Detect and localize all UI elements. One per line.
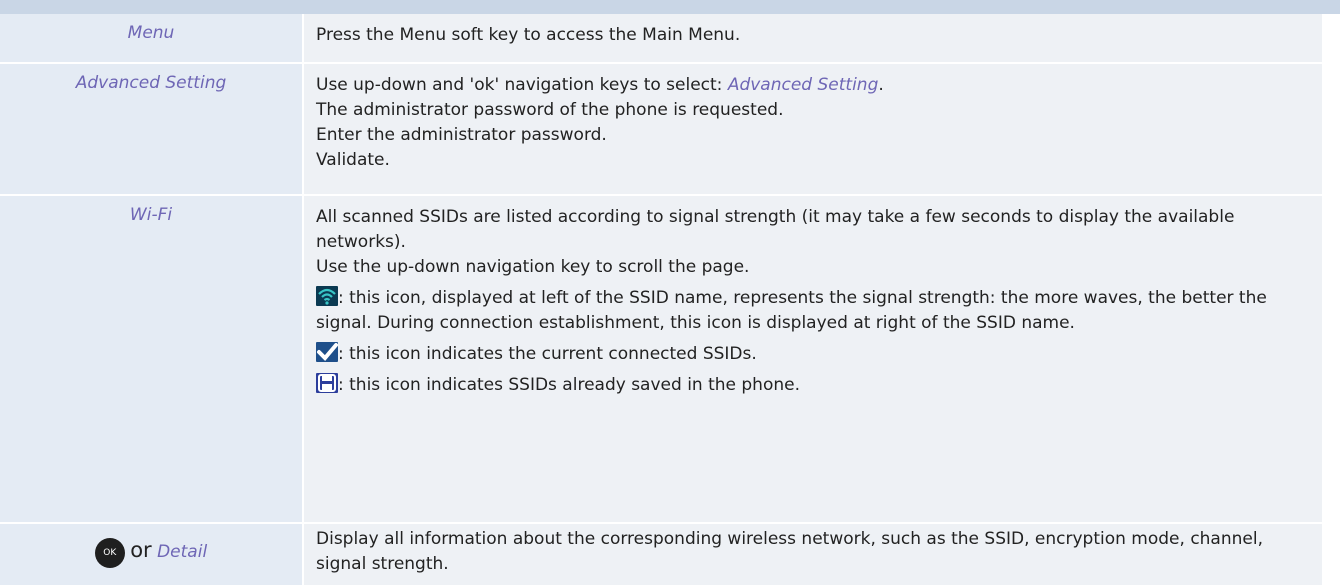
description-line: Validate. [316,150,390,170]
description-line: : this icon, displayed at left of the SS… [316,286,1310,336]
step-key-detail: OK or Detail [0,524,304,585]
table-row-detail: OK or Detail Display all information abo… [0,524,1322,585]
wifi-icon-description: : this icon, displayed at left of the SS… [316,288,1267,333]
checkmark-icon [316,342,338,362]
description-line: All scanned SSIDs are listed according t… [316,207,1235,252]
menu-item-reference: Advanced Setting [727,75,879,95]
description-line: The administrator password of the phone … [316,100,784,120]
step-description-wifi: All scanned SSIDs are listed according t… [304,196,1322,522]
wifi-signal-icon [316,286,338,306]
step-description-advanced-setting: Use up-down and 'ok' navigation keys to … [304,64,1322,194]
table-row-advanced-setting: Advanced Setting Use up-down and 'ok' na… [0,64,1322,196]
procedure-table: Menu Press the Menu soft key to access t… [0,14,1322,585]
or-connector: or [130,538,152,562]
table-row-menu: Menu Press the Menu soft key to access t… [0,14,1322,64]
description-line: : this icon indicates the current connec… [316,342,1310,367]
save-icon-description: : this icon indicates SSIDs already save… [338,375,800,395]
step-key-advanced-setting: Advanced Setting [0,64,304,194]
description-line: Press the Menu soft key to access the Ma… [316,25,741,45]
description-line: Use up-down and 'ok' navigation keys to … [316,73,1310,98]
description-text: Use up-down and 'ok' navigation keys to … [316,75,728,95]
description-line: : this icon indicates SSIDs already save… [316,373,1310,398]
description-text: . [878,75,884,95]
step-description-menu: Press the Menu soft key to access the Ma… [304,14,1322,62]
description-line: Use the up-down navigation key to scroll… [316,257,750,277]
detail-soft-key: Detail [157,542,208,562]
table-row-wifi: Wi-Fi All scanned SSIDs are listed accor… [0,196,1322,524]
step-description-detail: Display all information about the corres… [304,524,1322,585]
step-key-menu: Menu [0,14,304,62]
table-header-bar [0,0,1340,14]
check-icon-description: : this icon indicates the current connec… [338,344,757,364]
floppy-disk-icon [316,373,338,393]
ok-key-icon: OK [94,538,125,568]
description-line: Enter the administrator password. [316,125,607,145]
step-key-wifi: Wi-Fi [0,196,304,522]
description-line: Display all information about the corres… [316,529,1263,574]
